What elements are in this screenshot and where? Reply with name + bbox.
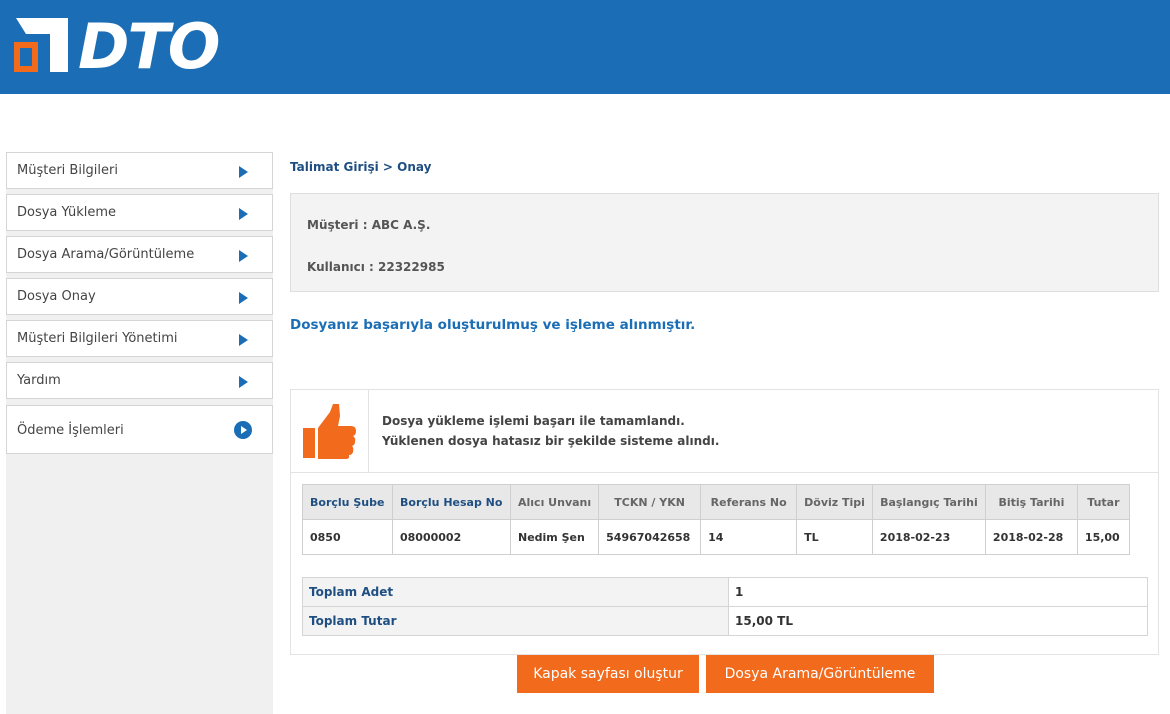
cell-baslangic-tarihi: 2018-02-23	[871, 519, 986, 555]
sidebar-item-label: Dosya Onay	[17, 289, 96, 304]
thumb-cell	[291, 390, 369, 472]
chevron-right-icon	[239, 166, 248, 178]
logo-text: DTO	[78, 10, 220, 83]
result-line-2: Yüklenen dosya hatasız bir şekilde siste…	[382, 434, 720, 448]
user-id: Kullanıcı : 22322985	[307, 260, 445, 274]
col-doviz-tipi: Döviz Tipi	[796, 484, 873, 520]
sidebar-item-musteri-bilgileri[interactable]: Müşteri Bilgileri	[6, 152, 273, 189]
cover-page-button[interactable]: Kapak sayfası oluştur	[517, 655, 699, 693]
total-amount-value: 15,00 TL	[728, 606, 1148, 636]
cell-bitis-tarihi: 2018-02-28	[984, 519, 1078, 555]
col-bitis-tarihi: Bitiş Tarihi	[984, 484, 1078, 520]
totals-row: Toplam Tutar 15,00 TL	[302, 606, 1148, 636]
col-borclu-hesap-no[interactable]: Borçlu Hesap No	[392, 484, 511, 520]
cell-alici-unvani: Nedim Şen	[509, 519, 600, 555]
panel-divider	[291, 472, 1158, 473]
sidebar-item-dosya-onay[interactable]: Dosya Onay	[6, 278, 273, 315]
chevron-right-icon	[239, 376, 248, 388]
chevron-right-icon	[239, 208, 248, 220]
col-alici-unvani: Alıcı Unvanı	[509, 484, 600, 520]
dto-logo[interactable]: DTO	[10, 10, 270, 83]
sidebar-item-dosya-yukleme[interactable]: Dosya Yükleme	[6, 194, 273, 231]
result-line-1: Dosya yükleme işlemi başarı ile tamamlan…	[382, 414, 685, 428]
cell-referans-no: 14	[700, 519, 798, 555]
sidebar-item-label: Müşteri Bilgileri	[17, 163, 118, 178]
circle-chevron-icon	[234, 421, 252, 439]
total-count-value: 1	[728, 577, 1148, 607]
table-header-row: Borçlu Şube Borçlu Hesap No Alıcı Unvanı…	[302, 484, 1130, 520]
total-count-label: Toplam Adet	[302, 577, 729, 607]
sidebar-item-label: Dosya Arama/Görüntüleme	[17, 247, 195, 262]
breadcrumb: Talimat Girişi > Onay	[290, 160, 432, 174]
header-bar: DTO	[0, 0, 1170, 94]
sidebar: Müşteri Bilgileri Dosya Yükleme Dosya Ar…	[6, 152, 273, 714]
success-message: Dosyanız başarıyla oluşturulmuş ve işlem…	[290, 317, 696, 333]
customer-name: Müşteri : ABC A.Ş.	[307, 218, 431, 232]
thumbs-up-icon	[303, 404, 356, 459]
col-tutar: Tutar	[1076, 484, 1130, 520]
chevron-right-icon	[239, 334, 248, 346]
chevron-right-icon	[239, 292, 248, 304]
sidebar-item-label: Yardım	[17, 373, 61, 388]
sidebar-item-dosya-arama[interactable]: Dosya Arama/Görüntüleme	[6, 236, 273, 273]
cell-doviz-tipi: TL	[796, 519, 873, 555]
table-row: 0850 08000002 Nedim Şen 54967042658 14 T…	[302, 519, 1130, 555]
customer-info-box: Müşteri : ABC A.Ş. Kullanıcı : 22322985	[290, 193, 1159, 292]
cell-borclu-hesap-no: 08000002	[392, 519, 511, 555]
sidebar-item-label: Ödeme İşlemleri	[17, 423, 124, 438]
sidebar-item-label: Müşteri Bilgileri Yönetimi	[17, 331, 178, 346]
instruction-table: Borçlu Şube Borçlu Hesap No Alıcı Unvanı…	[302, 484, 1130, 555]
cell-tckn-ykn: 54967042658	[598, 519, 702, 555]
totals-table: Toplam Adet 1 Toplam Tutar 15,00 TL	[302, 577, 1148, 636]
sidebar-item-label: Dosya Yükleme	[17, 205, 117, 220]
cell-tutar: 15,00	[1076, 519, 1130, 555]
col-baslangic-tarihi: Başlangıç Tarihi	[871, 484, 986, 520]
col-tckn-ykn: TCKN / YKN	[598, 484, 702, 520]
chevron-right-icon	[239, 250, 248, 262]
file-search-button[interactable]: Dosya Arama/Görüntüleme	[706, 655, 934, 693]
col-referans-no: Referans No	[700, 484, 798, 520]
sidebar-item-yardim[interactable]: Yardım	[6, 362, 273, 399]
logo-mark-icon	[14, 18, 68, 72]
col-borclu-sube[interactable]: Borçlu Şube	[302, 484, 393, 520]
sidebar-item-musteri-yonetimi[interactable]: Müşteri Bilgileri Yönetimi	[6, 320, 273, 357]
total-amount-label: Toplam Tutar	[302, 606, 729, 636]
sidebar-item-odeme-islemleri[interactable]: Ödeme İşlemleri	[6, 405, 273, 454]
cell-borclu-sube: 0850	[302, 519, 393, 555]
totals-row: Toplam Adet 1	[302, 577, 1148, 607]
